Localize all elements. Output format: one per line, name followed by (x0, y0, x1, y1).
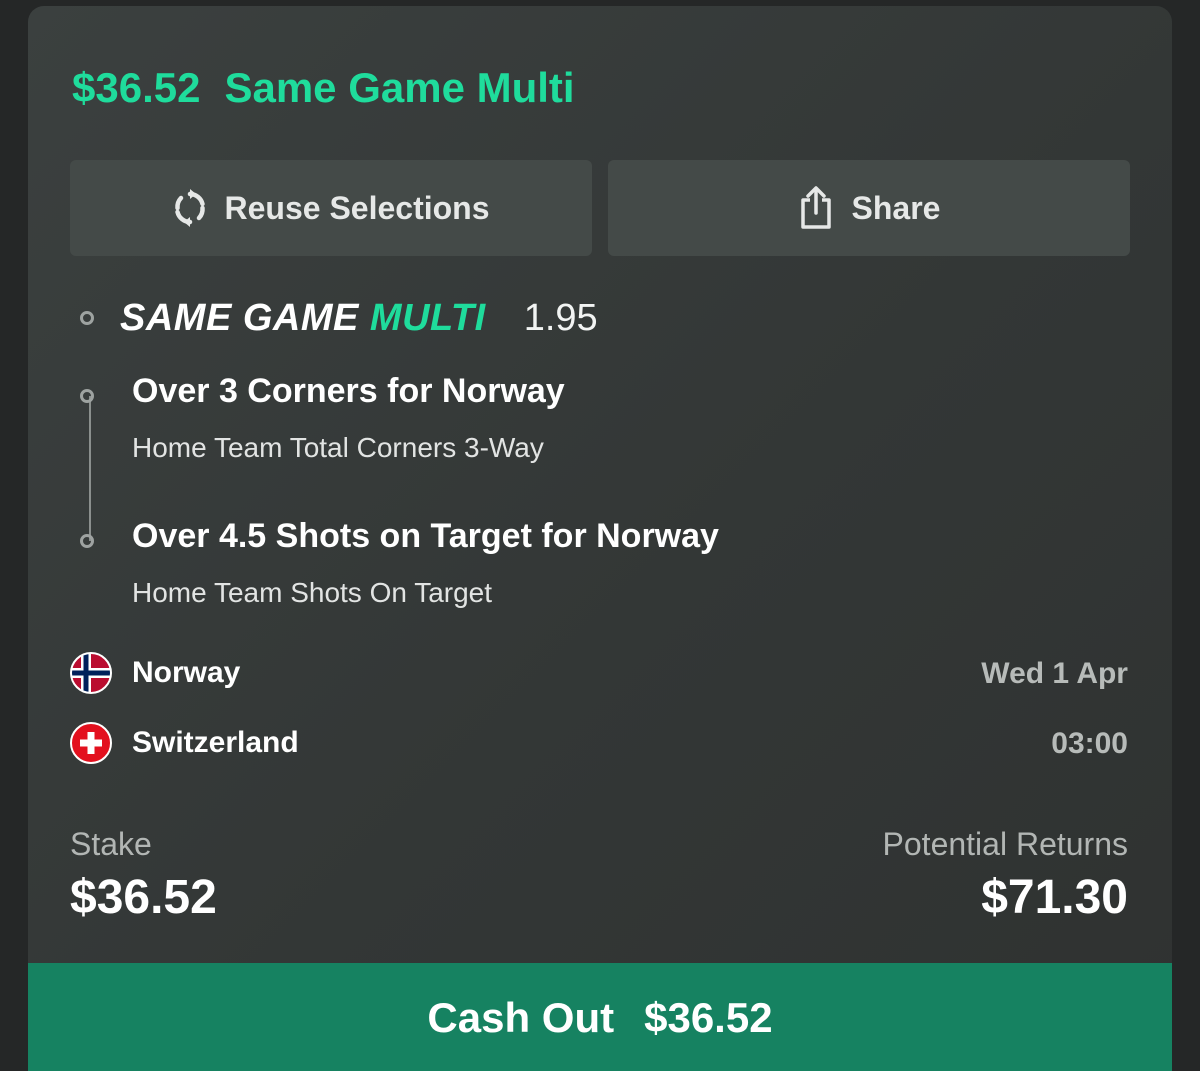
share-icon (798, 186, 834, 230)
multi-title-part1: SAME GAME (120, 296, 359, 339)
away-team: Switzerland (70, 720, 299, 766)
leg-market: Home Team Shots On Target (132, 577, 493, 608)
multi-odds: 1.95 (523, 296, 598, 339)
legs-connector (89, 396, 91, 541)
bet-header: $36.52 Same Game Multi (72, 60, 575, 116)
bet-card: $36.52 Same Game Multi Reuse Selections … (28, 6, 1172, 1071)
norway-flag-icon (70, 652, 112, 694)
match-date: Wed 1 Apr (981, 657, 1128, 690)
bet-amount: $36.52 (72, 64, 201, 111)
potential-returns-value: $71.30 (981, 871, 1128, 924)
same-game-multi-row: SAME GAME MULTI 1.95 (80, 290, 598, 346)
home-team-name: Norway (132, 656, 241, 689)
away-team-name: Switzerland (132, 726, 299, 759)
leg-dot (80, 389, 94, 403)
switzerland-flag-icon (70, 722, 112, 764)
multi-dot (80, 311, 94, 325)
leg-dot (80, 534, 94, 548)
leg-title: Over 3 Corners for Norway (132, 372, 565, 410)
refresh-icon (173, 189, 207, 227)
home-team: Norway (70, 650, 240, 696)
reuse-selections-button[interactable]: Reuse Selections (70, 160, 592, 256)
stake-value: $36.52 (70, 871, 217, 924)
cash-out-value: $36.52 (644, 994, 773, 1041)
share-button[interactable]: Share (608, 160, 1130, 256)
cash-out-label: Cash Out (427, 994, 615, 1041)
leg-market: Home Team Total Corners 3-Way (132, 432, 544, 463)
same-game-multi-logo: SAME GAME MULTI (120, 297, 486, 340)
share-label: Share (851, 189, 941, 226)
leg-title: Over 4.5 Shots on Target for Norway (132, 517, 719, 555)
cash-out-button[interactable]: Cash Out $36.52 (28, 963, 1172, 1071)
potential-returns-label: Potential Returns (882, 826, 1128, 862)
reuse-selections-label: Reuse Selections (224, 189, 490, 226)
bet-type: Same Game Multi (224, 64, 575, 111)
stake-label: Stake (70, 826, 152, 862)
multi-title-part2: MULTI (369, 296, 486, 339)
match-time: 03:00 (1051, 727, 1128, 760)
